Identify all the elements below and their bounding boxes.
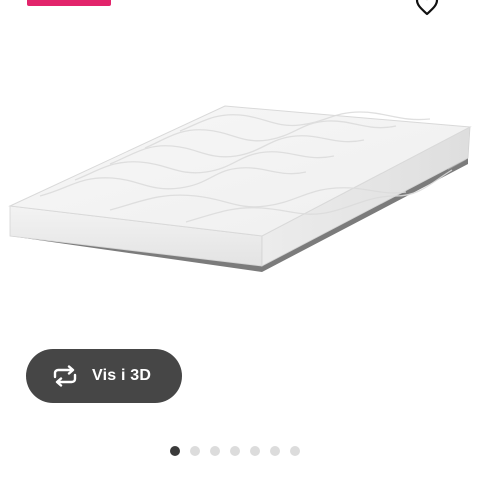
rotate-arrows-icon bbox=[51, 365, 79, 387]
carousel-dot-active[interactable] bbox=[170, 445, 180, 456]
promo-badge bbox=[27, 0, 111, 6]
view-in-3d-label: Vis i 3D bbox=[92, 367, 152, 384]
heart-outline-icon bbox=[415, 0, 439, 16]
carousel-dot[interactable] bbox=[290, 445, 300, 456]
favorite-button[interactable] bbox=[412, 0, 442, 16]
carousel-dot[interactable] bbox=[190, 445, 200, 456]
carousel-dot[interactable] bbox=[210, 445, 220, 456]
carousel-dot[interactable] bbox=[250, 445, 260, 456]
view-in-3d-button[interactable]: Vis i 3D bbox=[26, 349, 182, 403]
carousel-dot[interactable] bbox=[230, 445, 240, 456]
carousel-pagination bbox=[170, 445, 300, 456]
carousel-dot[interactable] bbox=[270, 445, 280, 456]
mattress-image bbox=[8, 105, 472, 272]
